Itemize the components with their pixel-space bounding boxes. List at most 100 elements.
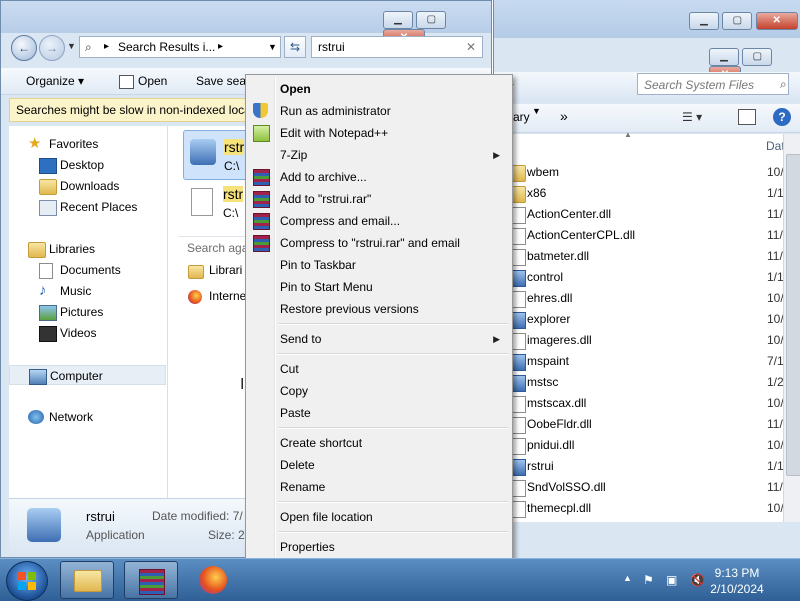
views-icon[interactable]: ☰ ▾	[682, 110, 702, 124]
taskbar-explorer[interactable]	[60, 561, 114, 599]
libraries-icon	[188, 265, 204, 279]
save-search-button[interactable]: Save sear	[196, 74, 250, 88]
menu-item-send-to[interactable]: Send to ▶	[248, 328, 510, 350]
windows-logo-icon	[28, 582, 36, 590]
open-button[interactable]: Open	[138, 74, 167, 88]
file-name: explorer	[527, 312, 571, 326]
nav-music[interactable]: ♪ Music	[9, 281, 167, 301]
scrollbar-thumb[interactable]	[786, 154, 800, 476]
file-row[interactable]: mstsc 1/22	[494, 372, 800, 393]
close-button[interactable]: ✕	[755, 12, 798, 30]
result-path: C:\	[224, 159, 240, 173]
menu-item-properties[interactable]: Properties	[248, 536, 510, 558]
nav-libraries[interactable]: Libraries	[9, 239, 167, 259]
file-row[interactable]: OobeFldr.dll 11/2	[494, 414, 800, 435]
music-icon: ♪	[39, 282, 47, 299]
file-row[interactable]: pnidui.dll 10/1	[494, 435, 800, 456]
file-name: mstsc	[527, 375, 559, 389]
address-bar[interactable]: ⌕ ▸ Search Results i... ▸ ▼	[79, 36, 281, 58]
clear-search-icon[interactable]: ✕	[466, 37, 476, 57]
search-input[interactable]: Search System Files	[637, 73, 789, 95]
minimize-button[interactable]: ▁	[689, 12, 719, 30]
nav-label: Computer	[50, 369, 103, 383]
clock[interactable]: 9:13 PM 2/10/2024	[702, 565, 772, 597]
search-icon[interactable]: ⌕	[780, 77, 787, 92]
refresh-button[interactable]: ⇆	[284, 36, 306, 58]
menu-item-compress-to-rstrui-rar-and-email[interactable]: Compress to "rstrui.rar" and email	[248, 232, 510, 254]
maximize-button[interactable]: ▢	[742, 48, 773, 66]
menu-item-open[interactable]: Open	[248, 78, 510, 100]
help-icon[interactable]: ?	[773, 108, 791, 126]
sort-arrow-icon: ▲	[624, 130, 632, 139]
file-row[interactable]: themecpl.dll 10/2	[494, 498, 800, 519]
chevron-down-icon[interactable]: ▼	[532, 106, 541, 116]
minimize-button[interactable]: ▁	[383, 11, 413, 29]
menu-item-7-zip[interactable]: 7-Zip ▶	[248, 144, 510, 166]
file-row[interactable]: rstrui 1/1/	[494, 456, 800, 477]
menu-item-copy[interactable]: Copy	[248, 380, 510, 402]
toolbar-item[interactable]: ary	[513, 110, 530, 124]
window-controls: ▁ ▢ ✕	[689, 12, 798, 30]
file-row[interactable]: ActionCenterCPL.dll 11/2	[494, 225, 800, 246]
file-list: wbem 10/3 x86 1/1/ActionCenter.dll 11/2 Actio…	[494, 158, 800, 522]
action-center-flag-icon[interactable]: ⚑	[643, 573, 654, 587]
file-name: imageres.dll	[527, 333, 592, 347]
menu-item-run-as-administrator[interactable]: Run as administrator	[248, 100, 510, 122]
back-button[interactable]: ←	[11, 35, 37, 61]
nav-pictures[interactable]: Pictures	[9, 302, 167, 322]
menu-item-cut[interactable]: Cut	[248, 358, 510, 380]
file-row[interactable]: mstscax.dll 10/1	[494, 393, 800, 414]
taskbar-firefox[interactable]	[186, 561, 240, 599]
file-row[interactable]: imageres.dll 10/2	[494, 330, 800, 351]
menu-item-open-file-location[interactable]: Open file location	[248, 506, 510, 528]
file-row[interactable]: x86 1/1/	[494, 183, 800, 204]
menu-item-rename[interactable]: Rename	[248, 476, 510, 498]
address-text: Search Results i...	[118, 40, 216, 54]
preview-pane-icon[interactable]	[738, 109, 756, 125]
file-row[interactable]: mspaint 7/13	[494, 351, 800, 372]
nav-downloads[interactable]: Downloads	[9, 176, 167, 196]
nav-computer[interactable]: Computer	[9, 365, 166, 385]
address-dropdown-icon[interactable]: ▼	[268, 37, 277, 57]
maximize-button[interactable]: ▢	[722, 12, 753, 30]
recent-pages-chevron-icon[interactable]: ▼	[67, 41, 76, 51]
file-name: mstscax.dll	[527, 396, 587, 410]
menu-item-compress-and-email[interactable]: Compress and email...	[248, 210, 510, 232]
menu-item-add-to-archive[interactable]: Add to archive...	[248, 166, 510, 188]
nav-desktop[interactable]: Desktop	[9, 155, 167, 175]
minimize-button[interactable]: ▁	[709, 48, 739, 66]
tray-chevron-icon[interactable]: ▲	[623, 573, 632, 583]
more-toolbar-chevron[interactable]: »	[560, 108, 568, 124]
start-button[interactable]	[6, 561, 48, 601]
menu-item-paste[interactable]: Paste	[248, 402, 510, 424]
computer-icon	[29, 369, 47, 385]
file-row[interactable]: control 1/1/	[494, 267, 800, 288]
nav-videos[interactable]: Videos	[9, 323, 167, 343]
nav-recent-places[interactable]: Recent Places	[9, 197, 167, 217]
scrollbar[interactable]	[783, 134, 800, 522]
breadcrumb-arrow-icon[interactable]: ▸	[218, 37, 223, 57]
network-tray-icon[interactable]: ▣	[666, 573, 677, 587]
breadcrumb-arrow-icon[interactable]: ▸	[104, 37, 109, 57]
organize-button[interactable]: Organize ▾	[26, 74, 84, 88]
menu-item-create-shortcut[interactable]: Create shortcut	[248, 432, 510, 454]
file-row[interactable]: SndVolSSO.dll 11/2	[494, 477, 800, 498]
forward-button[interactable]: →	[39, 35, 65, 61]
menu-item-edit-with-notepad[interactable]: Edit with Notepad++	[248, 122, 510, 144]
nav-network[interactable]: Network	[9, 407, 167, 427]
menu-item-delete[interactable]: Delete	[248, 454, 510, 476]
menu-item-restore-previous-versions[interactable]: Restore previous versions	[248, 298, 510, 320]
file-row[interactable]: ActionCenter.dll 11/2	[494, 204, 800, 225]
file-row[interactable]: batmeter.dll 11/2	[494, 246, 800, 267]
menu-item-pin-to-start-menu[interactable]: Pin to Start Menu	[248, 276, 510, 298]
menu-item-pin-to-taskbar[interactable]: Pin to Taskbar	[248, 254, 510, 276]
file-row[interactable]: wbem 10/3	[494, 162, 800, 183]
search-input[interactable]: rstrui ✕	[311, 36, 483, 58]
nav-favorites[interactable]: ★ Favorites	[9, 134, 167, 154]
file-row[interactable]: ehres.dll 10/3	[494, 288, 800, 309]
taskbar-winrar[interactable]	[124, 561, 178, 599]
file-row[interactable]: explorer 10/3	[494, 309, 800, 330]
maximize-button[interactable]: ▢	[416, 11, 447, 29]
menu-item-add-to-rstrui-rar[interactable]: Add to "rstrui.rar"	[248, 188, 510, 210]
nav-documents[interactable]: Documents	[9, 260, 167, 280]
